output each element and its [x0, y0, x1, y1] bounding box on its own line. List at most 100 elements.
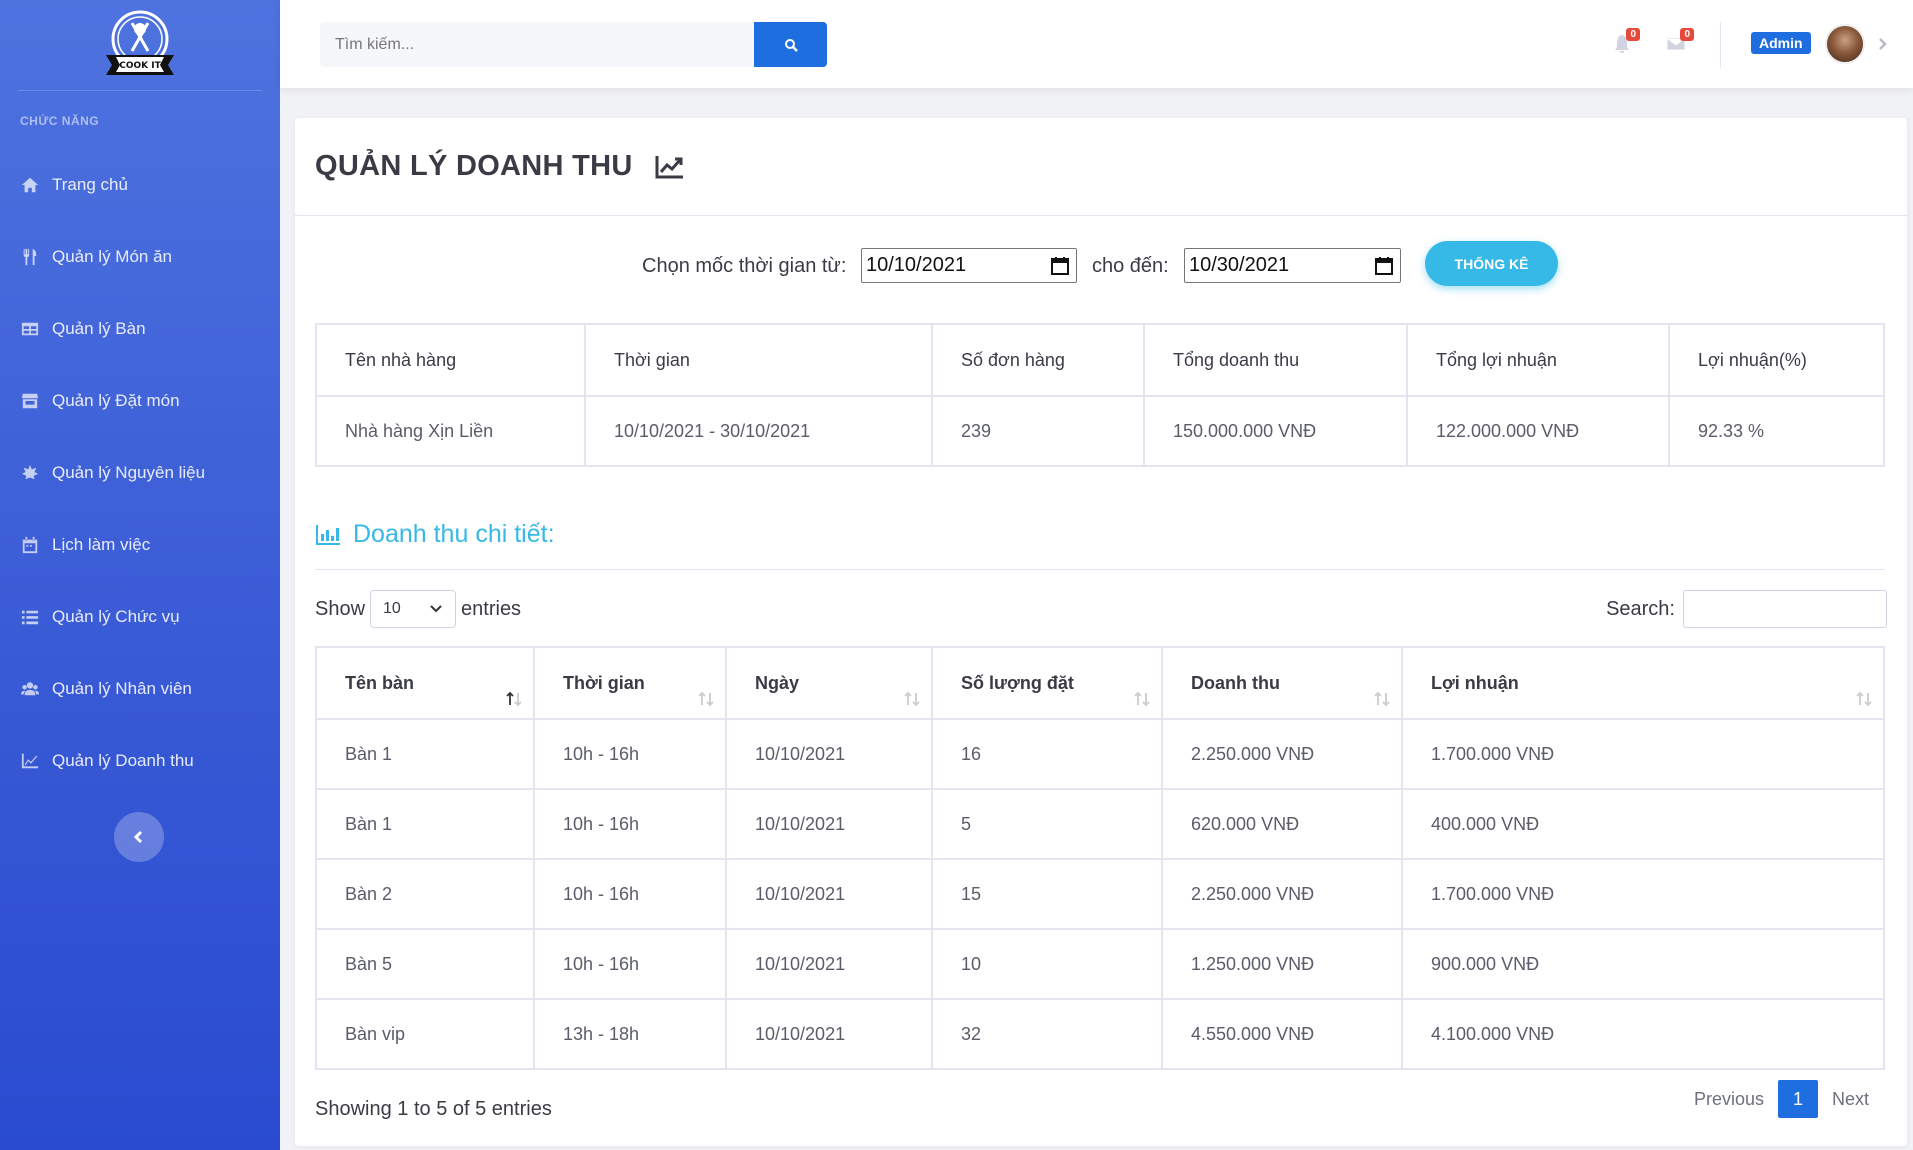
- from-date-label: Chọn mốc thời gian từ:: [642, 255, 847, 277]
- messages-badge: 0: [1680, 28, 1694, 41]
- sidebar-heading: CHỨC NĂNG: [20, 114, 100, 128]
- table-search: Search:: [1606, 590, 1887, 628]
- search-input[interactable]: [320, 22, 754, 67]
- entries-select-value: 10: [383, 600, 401, 617]
- summary-header-row: Tên nhà hàng Thời gian Số đơn hàng Tổng …: [315, 323, 1885, 397]
- brand[interactable]: COOK IT: [0, 0, 280, 90]
- column-header-time[interactable]: Thời gian: [533, 646, 727, 720]
- alerts-button[interactable]: 0: [1610, 28, 1640, 56]
- sidebar-toggle-button[interactable]: [114, 812, 164, 862]
- store-icon: [20, 391, 40, 411]
- sidebar-item-label: Quản lý Món ăn: [52, 247, 173, 266]
- table-cell: 10/10/2021: [725, 928, 933, 1000]
- entries-select[interactable]: 10: [370, 590, 457, 628]
- table-row: Bàn 1 10h - 16h 10/10/2021 5 620.000 VNĐ…: [315, 788, 1885, 860]
- column-header-profit[interactable]: Lợi nhuận: [1401, 646, 1885, 720]
- sidebar-item-label: Quản lý Nguyên liệu: [52, 463, 206, 482]
- table-cell: 10/10/2021: [725, 788, 933, 860]
- table-cell: 10h - 16h: [533, 718, 727, 790]
- page-button-current[interactable]: 1: [1777, 1080, 1818, 1118]
- table-cell: 400.000 VNĐ: [1401, 788, 1885, 860]
- to-date-value: 10/30/2021: [1189, 254, 1290, 276]
- topbar-divider: [1720, 22, 1721, 68]
- sidebar: COOK IT CHỨC NĂNG Trang chủ Quản lý Món …: [0, 0, 280, 1150]
- from-date-input[interactable]: 10/10/2021: [861, 248, 1077, 283]
- sidebar-item-positions[interactable]: Quản lý Chức vụ: [0, 581, 280, 653]
- table-cell: 1.250.000 VNĐ: [1161, 928, 1403, 1000]
- date-range-filter: Chọn mốc thời gian từ: 10/10/2021 cho đế…: [295, 239, 1907, 299]
- sidebar-item-label: Lịch làm việc: [52, 535, 151, 554]
- chart-area-icon: [20, 751, 40, 771]
- table-cell: 4.550.000 VNĐ: [1161, 998, 1403, 1070]
- home-icon: [20, 175, 40, 195]
- table-cell: Bàn 1: [315, 718, 535, 790]
- sidebar-item-orders[interactable]: Quản lý Đặt món: [0, 365, 280, 437]
- show-label: Show: [315, 597, 366, 620]
- sidebar-item-label: Quản lý Đặt món: [52, 391, 180, 410]
- detail-table: Tên bàn Thời gian Ngày Số lượng đặt Doan…: [315, 646, 1885, 1070]
- sort-icon: [1855, 690, 1873, 708]
- logo-text: COOK IT: [119, 61, 161, 71]
- entries-label: entries: [461, 597, 522, 620]
- sidebar-item-staff[interactable]: Quản lý Nhân viên: [0, 653, 280, 725]
- column-header-label: Số lượng đặt: [961, 672, 1074, 693]
- table-icon: [20, 319, 40, 339]
- table-cell: 32: [931, 998, 1163, 1070]
- messages-button[interactable]: 0: [1664, 28, 1694, 56]
- sidebar-item-label: Quản lý Doanh thu: [52, 751, 194, 770]
- table-cell: 10/10/2021: [725, 718, 933, 790]
- stat-button[interactable]: THỐNG KÊ: [1425, 241, 1558, 286]
- summary-table: Tên nhà hàng Thời gian Số đơn hàng Tổng …: [315, 323, 1885, 467]
- section-divider: [315, 569, 1885, 570]
- calendar-icon: [20, 535, 40, 555]
- table-cell: Bàn vip: [315, 998, 535, 1070]
- table-cell: 15: [931, 858, 1163, 930]
- detail-title-text: Doanh thu chi tiết:: [353, 520, 555, 548]
- sidebar-item-label: Quản lý Nhân viên: [52, 679, 192, 698]
- sidebar-item-schedule[interactable]: Lịch làm việc: [0, 509, 280, 581]
- page-title: QUẢN LÝ DOANH THU: [315, 150, 633, 182]
- table-row: Bàn vip 13h - 18h 10/10/2021 32 4.550.00…: [315, 998, 1885, 1070]
- table-cell: 16: [931, 718, 1163, 790]
- table-cell: 13h - 18h: [533, 998, 727, 1070]
- leaf-icon: [20, 463, 40, 483]
- user-menu-toggle[interactable]: [1875, 36, 1889, 50]
- alerts-badge: 0: [1626, 28, 1640, 41]
- table-cell: 1.700.000 VNĐ: [1401, 858, 1885, 930]
- column-header-date[interactable]: Ngày: [725, 646, 933, 720]
- summary-cell: Nhà hàng Xịn Liền: [315, 395, 586, 467]
- chevron-left-icon: [133, 830, 143, 844]
- next-page-button[interactable]: Next: [1820, 1089, 1881, 1110]
- sidebar-item-ingredients[interactable]: Quản lý Nguyên liệu: [0, 437, 280, 509]
- entries-length-control: Show 10 entries: [315, 590, 521, 628]
- detail-header-row: Tên bàn Thời gian Ngày Số lượng đặt Doan…: [315, 646, 1885, 720]
- user-name-badge[interactable]: Admin: [1751, 32, 1811, 54]
- search-button[interactable]: [754, 22, 827, 67]
- sidebar-item-revenue[interactable]: Quản lý Doanh thu: [0, 725, 280, 797]
- calendar-icon: [1051, 257, 1069, 275]
- column-header-table-name[interactable]: Tên bàn: [315, 646, 535, 720]
- sidebar-item-tables[interactable]: Quản lý Bàn: [0, 293, 280, 365]
- avatar[interactable]: [1825, 24, 1865, 64]
- sidebar-item-dishes[interactable]: Quản lý Món ăn: [0, 221, 280, 293]
- summary-cell: 10/10/2021 - 30/10/2021: [584, 395, 933, 467]
- column-header-label: Lợi nhuận: [1431, 672, 1519, 693]
- summary-header-cell: Tên nhà hàng: [315, 323, 586, 397]
- previous-page-button[interactable]: Previous: [1682, 1089, 1776, 1110]
- table-cell: 900.000 VNĐ: [1401, 928, 1885, 1000]
- users-icon: [20, 679, 40, 699]
- revenue-card: QUẢN LÝ DOANH THU Chọn mốc thời gian từ:…: [295, 118, 1907, 1146]
- column-header-revenue[interactable]: Doanh thu: [1161, 646, 1403, 720]
- sort-icon: [697, 690, 715, 708]
- table-cell: 5: [931, 788, 1163, 860]
- sidebar-item-home[interactable]: Trang chủ: [0, 149, 280, 221]
- table-search-input[interactable]: [1683, 590, 1887, 628]
- summary-cell: 92.33 %: [1668, 395, 1885, 467]
- from-date-value: 10/10/2021: [866, 254, 967, 276]
- to-date-input[interactable]: 10/30/2021: [1184, 248, 1401, 283]
- table-cell: 10/10/2021: [725, 858, 933, 930]
- table-cell: Bàn 5: [315, 928, 535, 1000]
- summary-header-cell: Thời gian: [584, 323, 933, 397]
- table-cell: 620.000 VNĐ: [1161, 788, 1403, 860]
- column-header-quantity[interactable]: Số lượng đặt: [931, 646, 1163, 720]
